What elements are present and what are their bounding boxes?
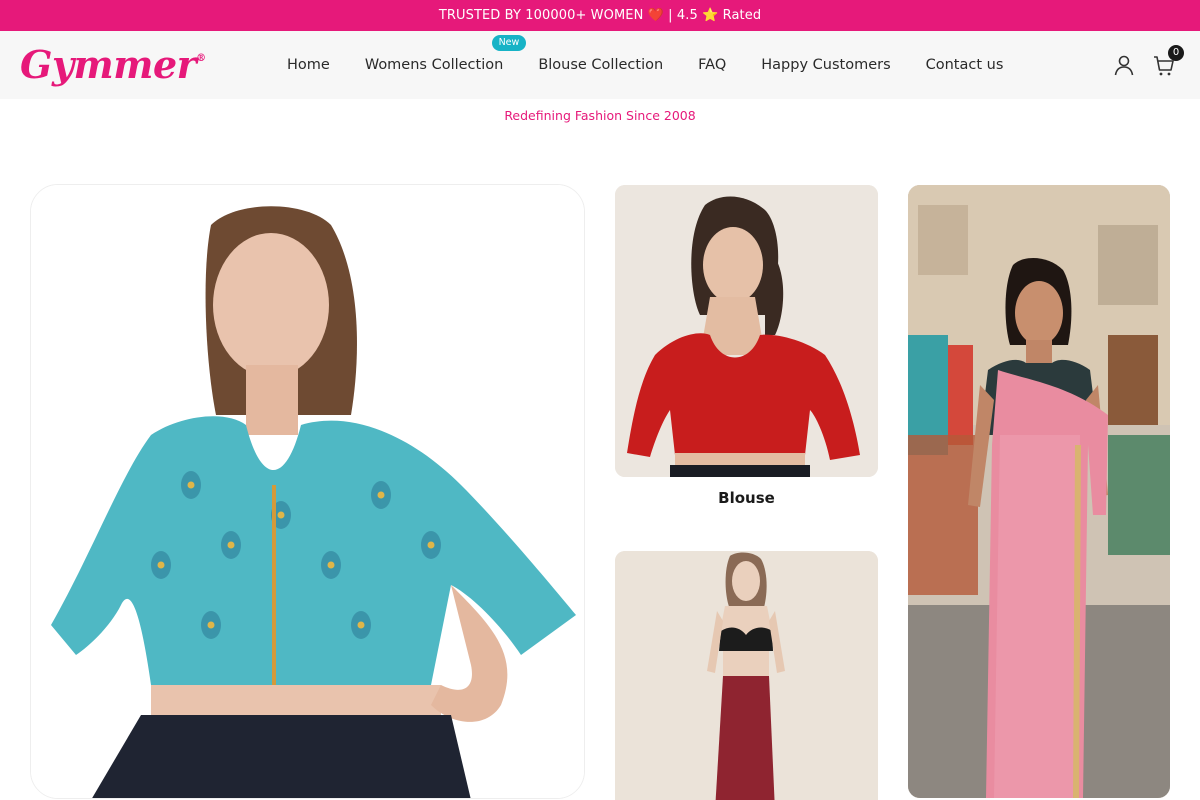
user-icon [1114, 55, 1134, 76]
site-header: Gymmer® Home Womens Collection New Blous… [0, 31, 1200, 99]
nav-contact-us[interactable]: Contact us [926, 57, 1004, 73]
blouse-category-tile[interactable] [615, 185, 878, 477]
shapewear-model-image [615, 551, 878, 800]
nav-faq-label: FAQ [698, 57, 727, 73]
saree-category-tile[interactable] [908, 185, 1170, 798]
nav-happy-customers-label: Happy Customers [761, 57, 891, 73]
account-button[interactable] [1110, 51, 1138, 79]
header-icons: 0 [1110, 45, 1184, 79]
nav-blouse-collection-label: Blouse Collection [538, 57, 664, 73]
new-badge: New [491, 35, 527, 51]
main-nav: Home Womens Collection New Blouse Collec… [270, 31, 1003, 99]
nav-contact-us-label: Contact us [925, 57, 1004, 73]
nav-home[interactable]: Home [287, 57, 330, 73]
brand-logo[interactable]: Gymmer® [20, 37, 206, 93]
logo-text: Gymmer [20, 42, 197, 87]
nav-blouse-collection[interactable]: Blouse Collection [538, 57, 663, 73]
shapewear-category-tile[interactable] [615, 551, 878, 800]
blouse-caption[interactable]: Blouse [615, 489, 878, 507]
announcement-bar: TRUSTED BY 100000+ WOMEN ❤️ | 4.5 ⭐ Rate… [0, 0, 1200, 31]
nav-home-label: Home [287, 57, 330, 73]
announcement-text: TRUSTED BY 100000+ WOMEN ❤️ | 4.5 ⭐ Rate… [438, 8, 762, 23]
cart-button[interactable]: 0 [1150, 45, 1184, 79]
nav-womens-collection[interactable]: Womens Collection New [364, 35, 527, 73]
teal-blouse-model-image [31, 185, 584, 798]
pink-saree-model-image [908, 185, 1170, 798]
featured-collection-tile[interactable] [30, 184, 585, 799]
red-blouse-model-image [615, 185, 878, 477]
nav-faq[interactable]: FAQ [698, 57, 726, 73]
nav-womens-collection-label: Womens Collection [364, 57, 504, 73]
brand-tagline: Redefining Fashion Since 2008 [504, 108, 696, 123]
nav-happy-customers[interactable]: Happy Customers [761, 57, 890, 73]
cart-count-badge: 0 [1168, 45, 1184, 61]
registered-mark: ® [196, 53, 206, 64]
